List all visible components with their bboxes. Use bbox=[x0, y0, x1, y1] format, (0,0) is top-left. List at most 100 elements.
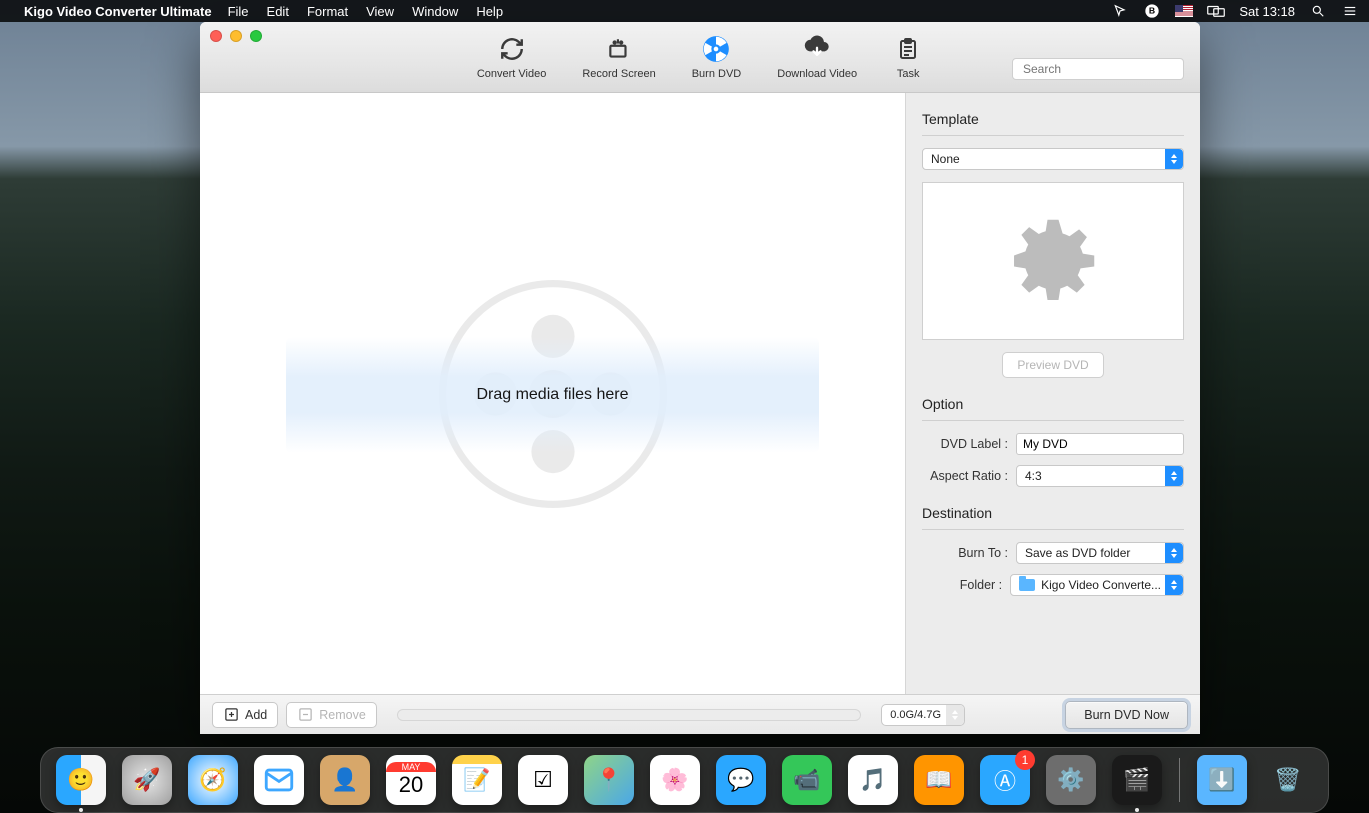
dock-kigo-app[interactable]: 🎬 bbox=[1111, 754, 1163, 806]
menubar-clock[interactable]: Sat 13:18 bbox=[1239, 4, 1295, 19]
macos-menubar: Kigo Video Converter Ultimate File Edit … bbox=[0, 0, 1369, 22]
template-preview bbox=[922, 182, 1184, 340]
toolbar-label: Record Screen bbox=[582, 68, 655, 80]
folder-select[interactable]: Kigo Video Converte... bbox=[1010, 574, 1184, 596]
toolbar-convert-video[interactable]: Convert Video bbox=[477, 34, 547, 80]
record-screen-icon bbox=[604, 34, 634, 64]
toolbar: Convert Video Record Screen Burn DVD Dow… bbox=[477, 34, 923, 80]
dock-ibooks[interactable]: 📖 bbox=[913, 754, 965, 806]
toolbar-download-video[interactable]: Download Video bbox=[777, 34, 857, 80]
dock-downloads[interactable]: ⬇️ bbox=[1196, 754, 1248, 806]
template-select-value: None bbox=[931, 152, 960, 166]
burn-dvd-now-button[interactable]: Burn DVD Now bbox=[1065, 701, 1188, 729]
remove-icon bbox=[297, 707, 313, 723]
divider bbox=[922, 529, 1184, 530]
menubar-status-area: B Sat 13:18 bbox=[1111, 2, 1359, 20]
select-arrows-icon bbox=[1165, 575, 1183, 595]
dock-messages[interactable]: 💬 bbox=[715, 754, 767, 806]
side-panel: Template None Preview DVD Option DVD Lab… bbox=[906, 93, 1200, 694]
template-section-title: Template bbox=[922, 111, 1184, 127]
appstore-badge: 1 bbox=[1015, 750, 1035, 770]
task-icon bbox=[893, 34, 923, 64]
toolbar-record-screen[interactable]: Record Screen bbox=[582, 34, 655, 80]
input-source-flag-icon[interactable] bbox=[1175, 5, 1193, 17]
add-button[interactable]: Add bbox=[212, 702, 278, 728]
dock-calendar[interactable]: MAY20 bbox=[385, 754, 437, 806]
dock: 🙂 🚀 🧭 👤 MAY20 📝 ☑︎ 📍 🌸 💬 📹 🎵 📖 Ⓐ 1 ⚙️ 🎬 … bbox=[0, 747, 1369, 813]
divider bbox=[922, 135, 1184, 136]
toolbar-label: Task bbox=[897, 68, 920, 80]
progress-bar bbox=[397, 709, 861, 721]
burn-to-value: Save as DVD folder bbox=[1025, 546, 1130, 560]
template-select[interactable]: None bbox=[922, 148, 1184, 170]
folder-icon bbox=[1019, 579, 1035, 591]
menubar-item-view[interactable]: View bbox=[366, 4, 394, 19]
window-titlebar: Convert Video Record Screen Burn DVD Dow… bbox=[200, 22, 1200, 93]
window-minimize-button[interactable] bbox=[230, 30, 242, 42]
remove-button-label: Remove bbox=[319, 708, 366, 722]
toolbar-label: Convert Video bbox=[477, 68, 547, 80]
aspect-ratio-select[interactable]: 4:3 bbox=[1016, 465, 1184, 487]
dock-facetime[interactable]: 📹 bbox=[781, 754, 833, 806]
drop-zone-hint: Drag media files here bbox=[286, 337, 819, 453]
select-arrows-icon bbox=[946, 705, 964, 725]
dock-mail[interactable] bbox=[253, 754, 305, 806]
bitcoin-icon[interactable]: B bbox=[1143, 2, 1161, 20]
dvd-label-input[interactable] bbox=[1016, 433, 1184, 455]
notification-center-icon[interactable] bbox=[1341, 2, 1359, 20]
convert-video-icon bbox=[497, 34, 527, 64]
menubar-item-help[interactable]: Help bbox=[476, 4, 503, 19]
menubar-item-format[interactable]: Format bbox=[307, 4, 348, 19]
toolbar-label: Download Video bbox=[777, 68, 857, 80]
download-video-icon bbox=[802, 34, 832, 64]
displays-icon[interactable] bbox=[1207, 2, 1225, 20]
toolbar-search[interactable] bbox=[1012, 58, 1184, 80]
option-section-title: Option bbox=[922, 396, 1184, 412]
search-input[interactable] bbox=[1023, 62, 1178, 76]
window-footer: Add Remove 0.0G/4.7G Burn DVD Now bbox=[200, 694, 1200, 734]
dock-system-preferences[interactable]: ⚙️ bbox=[1045, 754, 1097, 806]
divider bbox=[922, 420, 1184, 421]
preview-dvd-button[interactable]: Preview DVD bbox=[1002, 352, 1103, 378]
remove-button[interactable]: Remove bbox=[286, 702, 377, 728]
menubar-item-edit[interactable]: Edit bbox=[267, 4, 289, 19]
aspect-ratio-value: 4:3 bbox=[1025, 469, 1042, 483]
dock-trash[interactable]: 🗑️ bbox=[1262, 754, 1314, 806]
burn-to-select[interactable]: Save as DVD folder bbox=[1016, 542, 1184, 564]
toolbar-task[interactable]: Task bbox=[893, 34, 923, 80]
dock-safari[interactable]: 🧭 bbox=[187, 754, 239, 806]
window-close-button[interactable] bbox=[210, 30, 222, 42]
dock-itunes[interactable]: 🎵 bbox=[847, 754, 899, 806]
window-traffic-lights bbox=[210, 30, 262, 42]
svg-text:B: B bbox=[1149, 6, 1155, 16]
dock-reminders[interactable]: ☑︎ bbox=[517, 754, 569, 806]
dvd-label-label: DVD Label : bbox=[922, 437, 1008, 451]
app-window: Convert Video Record Screen Burn DVD Dow… bbox=[200, 22, 1200, 734]
destination-section-title: Destination bbox=[922, 505, 1184, 521]
dock-launchpad[interactable]: 🚀 bbox=[121, 754, 173, 806]
dock-finder[interactable]: 🙂 bbox=[55, 754, 107, 806]
burn-to-label: Burn To : bbox=[922, 546, 1008, 560]
disc-size-value: 0.0G/4.7G bbox=[890, 709, 941, 721]
dock-notes[interactable]: 📝 bbox=[451, 754, 503, 806]
dock-photos[interactable]: 🌸 bbox=[649, 754, 701, 806]
window-zoom-button[interactable] bbox=[250, 30, 262, 42]
disc-size-select[interactable]: 0.0G/4.7G bbox=[881, 704, 965, 726]
select-arrows-icon bbox=[1165, 149, 1183, 169]
folder-label: Folder : bbox=[922, 578, 1002, 592]
gear-icon bbox=[998, 206, 1108, 316]
menubar-item-file[interactable]: File bbox=[228, 4, 249, 19]
dock-separator bbox=[1179, 758, 1180, 802]
spotlight-icon[interactable] bbox=[1309, 2, 1327, 20]
toolbar-label: Burn DVD bbox=[692, 68, 742, 80]
cursor-icon[interactable] bbox=[1111, 2, 1129, 20]
menubar-app-name[interactable]: Kigo Video Converter Ultimate bbox=[24, 4, 212, 19]
burn-dvd-icon bbox=[701, 34, 731, 64]
dock-maps[interactable]: 📍 bbox=[583, 754, 635, 806]
toolbar-burn-dvd[interactable]: Burn DVD bbox=[692, 34, 742, 80]
menubar-item-window[interactable]: Window bbox=[412, 4, 458, 19]
add-button-label: Add bbox=[245, 708, 267, 722]
dock-contacts[interactable]: 👤 bbox=[319, 754, 371, 806]
media-drop-zone[interactable]: Drag media files here bbox=[200, 93, 906, 694]
dock-appstore[interactable]: Ⓐ 1 bbox=[979, 754, 1031, 806]
